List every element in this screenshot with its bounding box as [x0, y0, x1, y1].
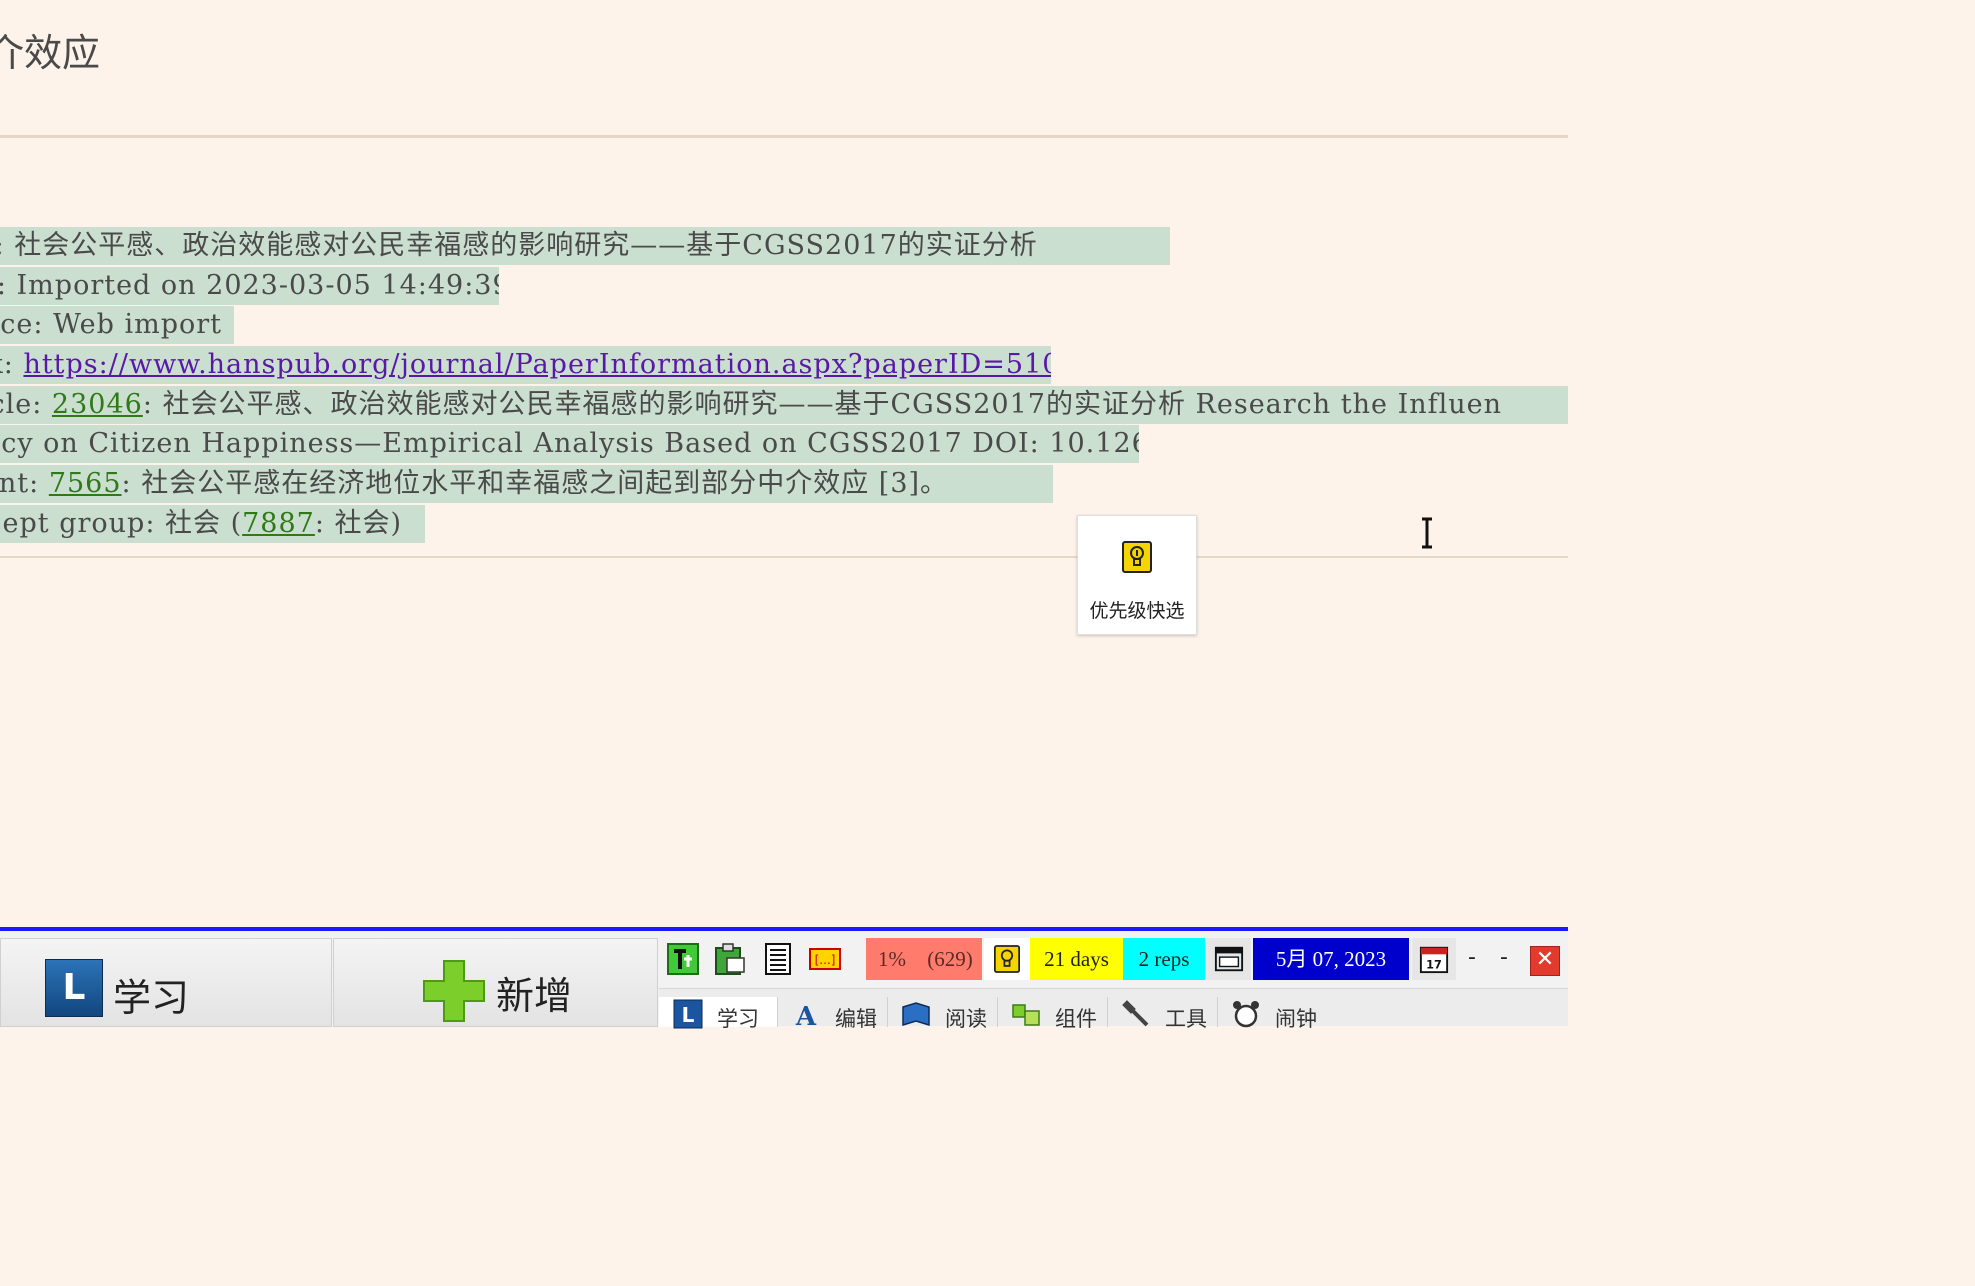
repetitions-count[interactable]: 2 reps — [1123, 938, 1205, 980]
text-cursor-icon — [1422, 517, 1432, 549]
highlight: nk: https://www.hanspub.org/journal/Pape… — [0, 346, 1051, 385]
interval-days[interactable]: 21 days — [1030, 938, 1123, 980]
highlight: ncept group: 社会 (7887: 社会) — [0, 504, 425, 543]
tab-learn[interactable]: L 学习 — [659, 997, 778, 1031]
tab-label: 编辑 — [835, 1007, 877, 1031]
meta-label: le: — [0, 230, 14, 261]
meta-label: nk: — [0, 349, 14, 381]
clipboard-icon[interactable] — [713, 943, 745, 975]
ribbon-tabs: L 学习 A 编辑 阅读 组件 工具 闹钟 — [659, 988, 1568, 1031]
highlight: urce: Web import — [0, 306, 234, 345]
priority-bulb-icon — [1122, 541, 1152, 573]
highlight: le: 社会公平感、政治效能感对公民幸福感的影响研究——基于CGSS2017的实… — [0, 227, 1170, 265]
learn-label: 学习 — [113, 976, 190, 1020]
meta-source-row: urce: Web import — [0, 306, 1568, 346]
tab-tools[interactable]: 工具 — [1107, 997, 1218, 1031]
forgetting-index[interactable]: 1% — [866, 938, 918, 980]
priority-button[interactable] — [984, 938, 1030, 980]
learn-icon: L — [45, 959, 103, 1017]
highlight: te: Imported on 2023-03-05 14:49:39 — [0, 266, 499, 305]
outstanding-count[interactable]: (629) — [918, 938, 982, 980]
svg-text:A: A — [795, 1002, 817, 1029]
highlight: cacy on Citizen Happiness—Empirical Anal… — [0, 425, 1139, 464]
taskbar: L 学习 新增 [...] 1% (629) 21 days 2 reps 5月… — [0, 927, 1568, 1031]
divider-bottom — [0, 556, 1568, 558]
calendar-day: 17 — [1426, 958, 1442, 971]
tab-alarm[interactable]: 闹钟 — [1217, 997, 1327, 1031]
tab-read[interactable]: 阅读 — [887, 997, 998, 1031]
tab-label: 学习 — [717, 1007, 759, 1031]
meta-concept-group-row: ncept group: 社会 (7887: 社会) — [0, 504, 1568, 545]
restore-button[interactable]: - — [1500, 945, 1508, 970]
article-id-link[interactable]: 23046 — [52, 389, 143, 420]
svg-text:[...]: [...] — [815, 953, 836, 967]
meta-value: Web import — [53, 309, 223, 341]
meta-value: : 社会) — [314, 507, 403, 539]
tab-label: 组件 — [1055, 1007, 1097, 1031]
document-title: 介效应 — [0, 31, 101, 75]
parent-id-link[interactable]: 7565 — [49, 468, 122, 499]
calendar-button[interactable]: 17 — [1412, 938, 1456, 980]
svg-text:L: L — [682, 1003, 695, 1027]
tab-edit[interactable]: A 编辑 — [777, 997, 888, 1031]
read-tab-icon — [902, 1002, 930, 1027]
tab-label: 闹钟 — [1275, 1007, 1317, 1031]
meta-label: urce: — [0, 309, 44, 341]
meta-value: : 社会公平感在经济地位水平和幸福感之间起到部分中介效应 [3]。 — [121, 468, 949, 500]
tab-label: 阅读 — [945, 1007, 987, 1031]
divider-top — [0, 135, 1568, 138]
alarm-tab-icon — [1233, 1001, 1259, 1028]
meta-date-row: te: Imported on 2023-03-05 14:49:39 — [0, 266, 1568, 307]
meta-label: ticle: — [0, 388, 43, 420]
meta-value: cacy on Citizen Happiness—Empirical Anal… — [0, 428, 1139, 460]
meta-value: : 社会公平感、政治效能感对公民幸福感的影响研究——基于CGSS2017的实证分… — [142, 388, 1503, 420]
learn-tab-icon: L — [673, 999, 703, 1029]
date-display[interactable]: 5月 07, 2023 — [1253, 938, 1409, 980]
meta-label: te: — [0, 270, 17, 301]
calendar-icon: 17 — [1419, 946, 1449, 974]
close-button[interactable]: ✕ — [1530, 946, 1560, 976]
window-button[interactable] — [1207, 938, 1251, 980]
meta-title-row: le: 社会公平感、政治效能感对公民幸福感的影响研究——基于CGSS2017的实… — [0, 227, 1568, 267]
meta-value: 社会公平感、政治效能感对公民幸福感的影响研究——基于CGSS2017的实证分析 — [14, 230, 1038, 261]
learn-button[interactable]: L 学习 — [0, 938, 332, 1027]
meta-parent-row: rent: 7565: 社会公平感在经济地位水平和幸福感之间起到部分中介效应 [… — [0, 465, 1568, 505]
components-tab-icon — [1012, 1004, 1040, 1026]
priority-quick-select-label: 优先级快选 — [1089, 600, 1185, 622]
priority-bulb-icon — [994, 945, 1020, 973]
tab-label: 工具 — [1165, 1007, 1207, 1031]
meta-label: rent: — [0, 468, 40, 500]
cloze-icon[interactable]: [...] — [809, 943, 841, 975]
meta-article-continued-row: cacy on Citizen Happiness—Empirical Anal… — [0, 425, 1568, 465]
tools-tab-icon — [1122, 1000, 1149, 1027]
element-metadata: le: 社会公平感、政治效能感对公民幸福感的影响研究——基于CGSS2017的实… — [0, 227, 1568, 545]
highlight: rent: 7565: 社会公平感在经济地位水平和幸福感之间起到部分中介效应 [… — [0, 465, 1053, 504]
add-label: 新增 — [496, 974, 573, 1018]
add-button[interactable]: 新增 — [333, 938, 658, 1027]
window-icon — [1214, 946, 1244, 972]
edit-tab-icon: A — [795, 1002, 817, 1029]
tab-components[interactable]: 组件 — [997, 997, 1108, 1031]
topic-icon[interactable] — [667, 943, 699, 975]
priority-quick-select-popup[interactable]: 优先级快选 — [1077, 515, 1197, 635]
meta-label: ncept group: 社会 ( — [0, 507, 243, 539]
meta-article-row: ticle: 23046: 社会公平感、政治效能感对公民幸福感的影响研究——基于… — [0, 385, 1568, 426]
minimize-button[interactable]: - — [1468, 945, 1476, 970]
plus-icon — [423, 960, 485, 1022]
source-url-link[interactable]: https://www.hanspub.org/journal/PaperInf… — [23, 349, 1051, 380]
concept-group-link[interactable]: 7887 — [242, 508, 315, 539]
meta-link-row: nk: https://www.hanspub.org/journal/Pape… — [0, 346, 1568, 386]
meta-value: Imported on 2023-03-05 14:49:39 — [16, 269, 499, 301]
highlight: ticle: 23046: 社会公平感、政治效能感对公民幸福感的影响研究——基于… — [0, 385, 1568, 424]
document-icon[interactable] — [762, 943, 794, 975]
